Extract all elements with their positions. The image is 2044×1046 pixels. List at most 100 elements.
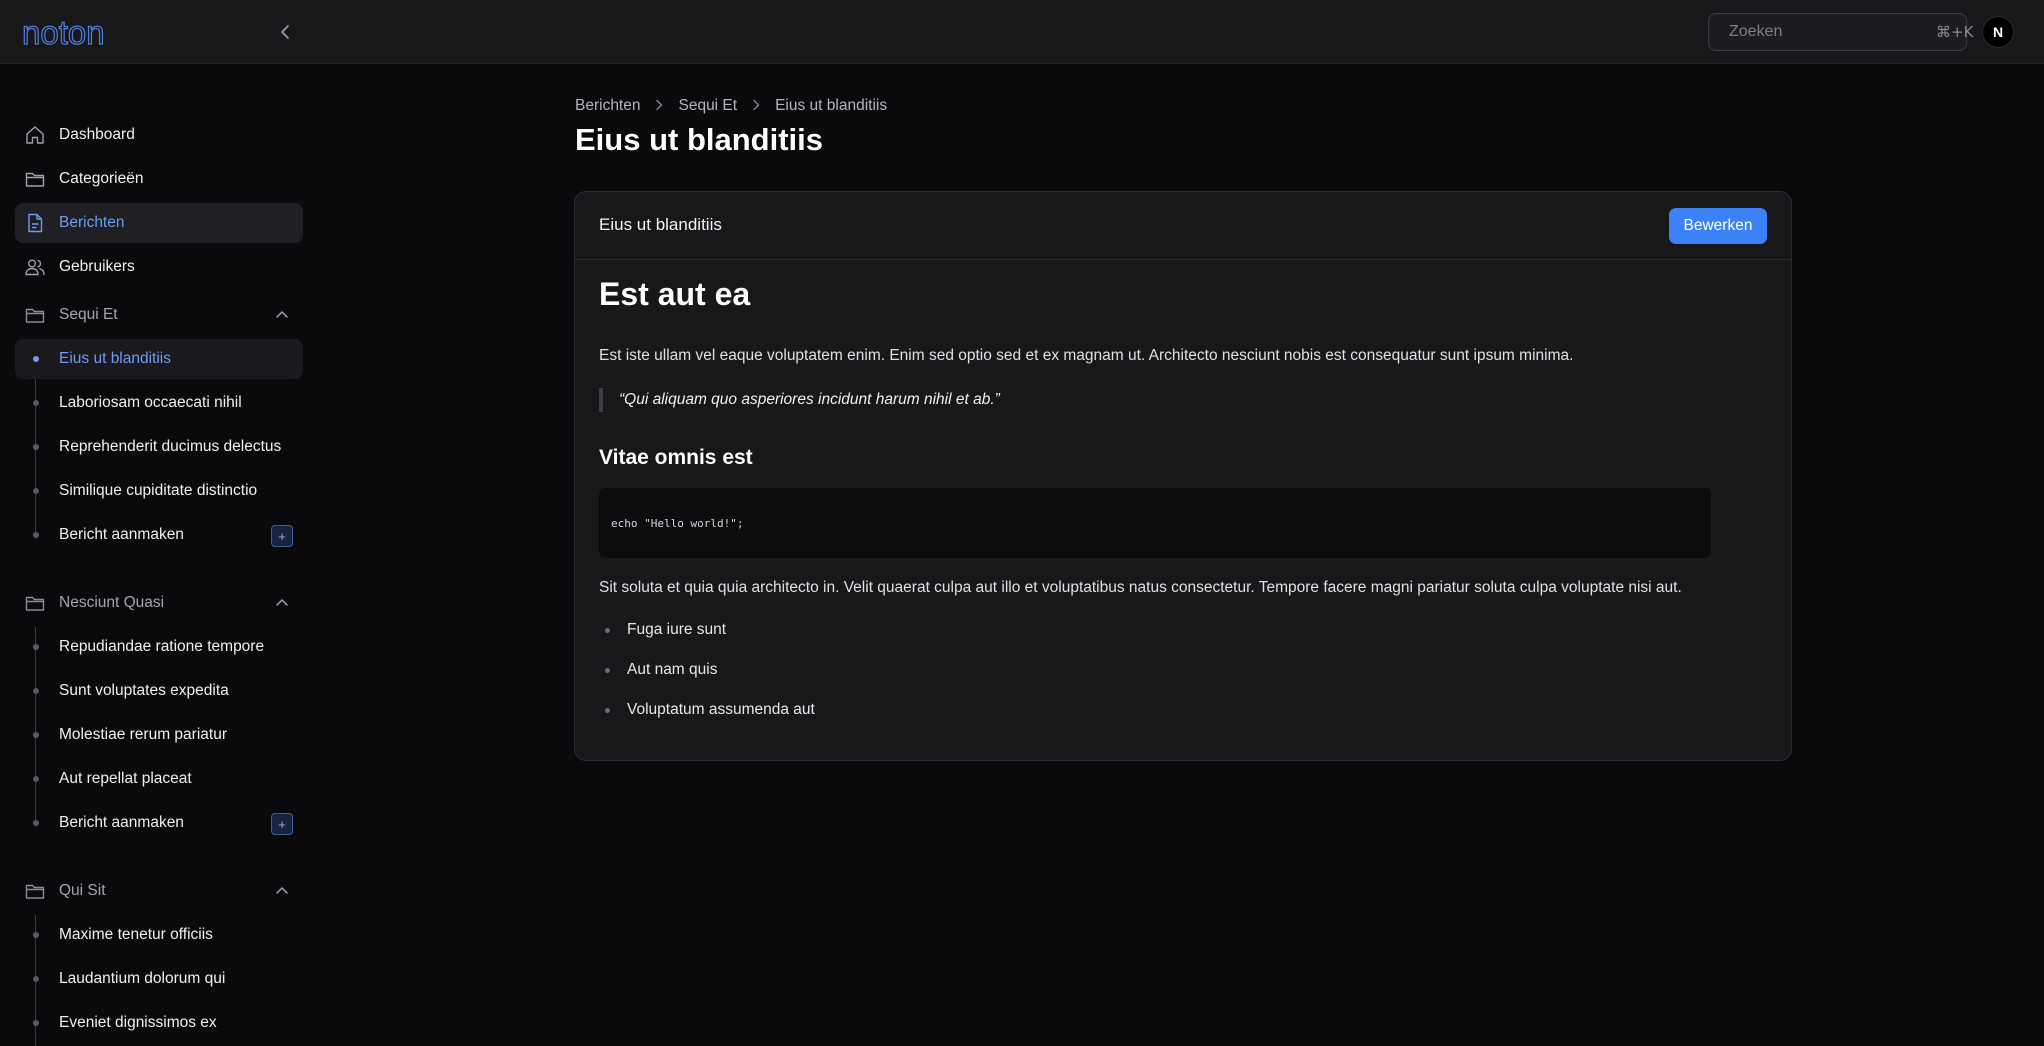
sidebar-subitem[interactable]: Eveniet dignissimos ex [15, 1003, 303, 1043]
list-item: Aut nam quis [599, 650, 815, 690]
subitem-label: Laudantium dolorum qui [59, 970, 226, 987]
sidebar-subitem[interactable]: Eius ut blanditiis [15, 339, 303, 379]
sidebar-group-nesciunt-quasi[interactable]: Nesciunt Quasi [15, 585, 303, 621]
folder-icon [23, 879, 47, 903]
user-avatar[interactable]: N [1982, 16, 2014, 48]
content-blockquote: “Qui aliquam quo asperiores incidunt har… [599, 388, 1000, 412]
bullet-dot [33, 732, 39, 738]
sidebar-group-sequi-et[interactable]: Sequi Et [15, 297, 303, 333]
subitem-label: Aut repellat placeat [59, 770, 192, 787]
breadcrumb-item-current[interactable]: Eius ut blanditiis [775, 97, 887, 115]
sidebar-subitem[interactable]: Maxime tenetur officiis [15, 915, 303, 955]
create-post-item[interactable]: Bericht aanmaken + [15, 515, 303, 555]
subitem-label: Laboriosam occaecati nihil [59, 394, 242, 411]
list-item: Voluptatum assumenda aut [599, 690, 815, 730]
bullet-dot [33, 644, 39, 650]
subitem-label: Maxime tenetur officiis [59, 926, 213, 943]
bullet-dot [33, 488, 39, 494]
sidebar-item-label: Berichten [59, 214, 125, 231]
chevron-right-icon [654, 98, 664, 114]
subitem-label: Eius ut blanditiis [59, 350, 172, 367]
folder-icon [23, 167, 47, 191]
add-post-button[interactable]: + [271, 525, 293, 547]
subitem-label: Bericht aanmaken [59, 814, 184, 831]
bullet-dot [605, 708, 610, 713]
bullet-dot [605, 628, 610, 633]
page-title: Eius ut blanditiis [575, 122, 824, 157]
chevron-up-icon[interactable] [273, 306, 291, 324]
card-title: Eius ut blanditiis [599, 215, 722, 234]
chevron-up-icon[interactable] [273, 594, 291, 612]
content-paragraph: Est iste ullam vel eaque voluptatem enim… [599, 347, 1574, 364]
bullet-dot [33, 1020, 39, 1026]
bullet-dot [33, 776, 39, 782]
chevron-up-icon[interactable] [273, 882, 291, 900]
search-input[interactable] [1729, 23, 1936, 41]
bullet-dot [33, 976, 39, 982]
top-bar: noton ⌘+K N [0, 0, 2044, 64]
add-post-button[interactable]: + [271, 813, 293, 835]
users-icon [23, 255, 47, 279]
content-heading-1: Est aut ea [599, 276, 751, 312]
bullet-dot [33, 688, 39, 694]
sidebar-subitem[interactable]: Aut repellat placeat [15, 759, 303, 799]
subitem-label: Reprehenderit ducimus delectus [59, 438, 282, 455]
code-block: echo "Hello world!"; [599, 488, 1711, 558]
list-item-text: Voluptatum assumenda aut [627, 701, 815, 718]
sidebar-item-berichten[interactable]: Berichten [15, 203, 303, 243]
sidebar-item-label: Gebruikers [59, 258, 135, 275]
sidebar-subitem[interactable]: Reprehenderit ducimus delectus [15, 427, 303, 467]
sidebar-subitem[interactable]: Similique cupiditate distinctio [15, 471, 303, 511]
sidebar-subitem[interactable]: Repudiandae ratione tempore [15, 627, 303, 667]
sidebar-subitem[interactable]: Laboriosam occaecati nihil [15, 383, 303, 423]
sidebar-subitem[interactable]: Molestiae rerum pariatur [15, 715, 303, 755]
home-icon [23, 123, 47, 147]
list-item-text: Aut nam quis [627, 661, 718, 678]
list-item-text: Fuga iure sunt [627, 621, 727, 638]
search-box[interactable]: ⌘+K [1708, 13, 1973, 51]
content-heading-2: Vitae omnis est [599, 446, 753, 469]
breadcrumb-item[interactable]: Berichten [575, 97, 640, 115]
sidebar-subitem[interactable]: Sunt voluptates expedita [15, 671, 303, 711]
folder-icon [23, 591, 47, 615]
sidebar-item-gebruikers[interactable]: Gebruikers [15, 247, 303, 287]
list-item: Fuga iure sunt [599, 610, 815, 650]
group-label: Nesciunt Quasi [59, 594, 165, 611]
sidebar: Dashboard Categorieën Berichten Gebruike… [0, 64, 318, 1046]
subitem-label: Similique cupiditate distinctio [59, 482, 258, 499]
subitem-label: Molestiae rerum pariatur [59, 726, 227, 743]
bullet-dot [33, 820, 39, 826]
breadcrumb-item[interactable]: Sequi Et [678, 97, 737, 115]
sidebar-item-label: Dashboard [59, 126, 135, 143]
bullet-dot [33, 932, 39, 938]
card-header: Eius ut blanditiis Bewerken [575, 192, 1791, 260]
sidebar-item-categorieen[interactable]: Categorieën [15, 159, 303, 199]
sidebar-item-dashboard[interactable]: Dashboard [15, 115, 303, 155]
create-post-item[interactable]: Bericht aanmaken + [15, 803, 303, 843]
subitem-label: Sunt voluptates expedita [59, 682, 229, 699]
sidebar-subitem[interactable]: Laudantium dolorum qui [15, 959, 303, 999]
collapse-sidebar-button[interactable] [272, 18, 300, 46]
content-list: Fuga iure sunt Aut nam quis Voluptatum a… [599, 610, 815, 730]
breadcrumb: Berichten Sequi Et Eius ut blanditiis [575, 96, 887, 116]
content-paragraph: Sit soluta et quia quia architecto in. V… [599, 579, 1682, 596]
edit-button[interactable]: Bewerken [1669, 208, 1767, 244]
chevron-left-icon [281, 25, 289, 39]
bullet-dot [605, 668, 610, 673]
bullet-dot [33, 444, 39, 450]
subitem-label: Eveniet dignissimos ex [59, 1014, 217, 1031]
bullet-dot [33, 356, 39, 362]
group-label: Sequi Et [59, 306, 118, 323]
post-card: Eius ut blanditiis Bewerken Est aut ea E… [574, 191, 1792, 761]
group-label: Qui Sit [59, 882, 106, 899]
sidebar-item-label: Categorieën [59, 170, 144, 187]
sidebar-group-qui-sit[interactable]: Qui Sit [15, 873, 303, 909]
chevron-right-icon [751, 98, 761, 114]
folder-icon [23, 303, 47, 327]
logo-text: noton [22, 16, 105, 50]
search-shortcut: ⌘+K [1936, 23, 1974, 41]
noton-logo[interactable]: noton [22, 16, 142, 50]
bullet-dot [33, 532, 39, 538]
bullet-dot [33, 400, 39, 406]
subitem-label: Repudiandae ratione tempore [59, 638, 265, 655]
